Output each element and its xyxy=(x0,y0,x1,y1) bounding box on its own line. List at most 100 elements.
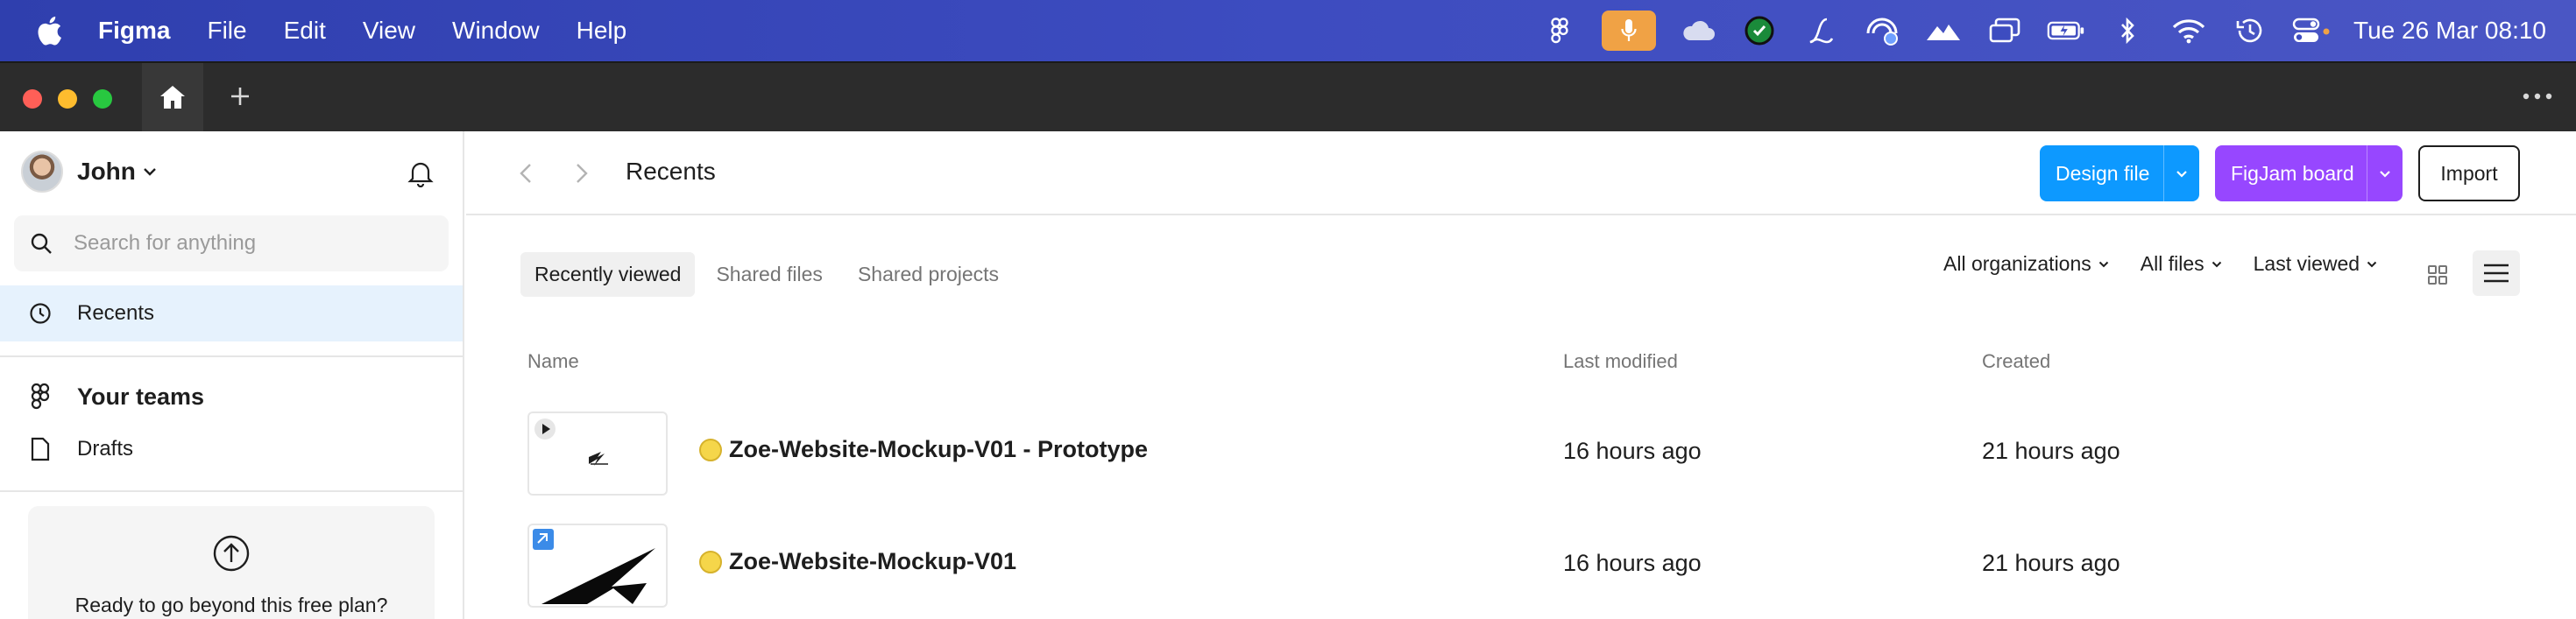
fullscreen-window-button[interactable] xyxy=(93,89,112,109)
menu-bar: Figma File Edit View Window Help Tue 26 … xyxy=(0,0,2576,61)
file-icon xyxy=(28,437,53,461)
list-view-button[interactable] xyxy=(2473,250,2520,296)
file-name[interactable]: Zoe-Website-Mockup-V01 - Prototype xyxy=(729,436,1148,463)
file-thumbnail xyxy=(527,411,668,496)
menu-view[interactable]: View xyxy=(363,17,415,45)
battery-icon[interactable] xyxy=(2047,11,2085,50)
organization-filter[interactable]: All organizations xyxy=(1943,252,2111,276)
search-input[interactable] xyxy=(74,231,424,256)
filter-bar: All organizations All files Last viewed xyxy=(1943,252,2409,276)
close-window-button[interactable] xyxy=(23,89,42,109)
network-monitor-icon[interactable] xyxy=(1863,11,1901,50)
bluetooth-icon[interactable] xyxy=(2108,11,2147,50)
screen-mirror-icon[interactable] xyxy=(1985,11,2024,50)
sidebar-item-label: Drafts xyxy=(77,437,134,461)
page-title: Recents xyxy=(626,158,716,185)
import-button[interactable]: Import xyxy=(2418,145,2520,201)
chevron-down-icon xyxy=(2098,258,2111,271)
column-header-name[interactable]: Name xyxy=(527,350,579,373)
cloud-icon[interactable] xyxy=(1679,11,1717,50)
more-options-button[interactable] xyxy=(2511,79,2564,114)
app-menu-figma[interactable]: Figma xyxy=(98,17,170,45)
back-button[interactable] xyxy=(513,161,538,186)
search-icon xyxy=(30,231,54,256)
status-dot xyxy=(699,438,722,461)
sidebar-item-your-teams[interactable]: Your teams xyxy=(0,373,204,420)
grid-view-button[interactable] xyxy=(2420,257,2455,292)
organization-filter-label: All organizations xyxy=(1943,252,2091,275)
tab-shared-files[interactable]: Shared files xyxy=(702,252,836,297)
created-cell: 21 hours ago xyxy=(1982,438,2120,464)
home-tab[interactable] xyxy=(142,63,203,131)
tab-recently-viewed[interactable]: Recently viewed xyxy=(520,252,696,297)
sort-filter-label: Last viewed xyxy=(2253,252,2360,275)
menu-edit[interactable]: Edit xyxy=(284,17,326,45)
upgrade-card[interactable]: Ready to go beyond this free plan? xyxy=(28,506,435,619)
prototype-thumbnail-icon xyxy=(534,419,608,466)
created-cell: 21 hours ago xyxy=(1982,550,2120,576)
table-row[interactable]: Zoe-Website-Mockup-V01 - Prototype 16 ho… xyxy=(466,411,2576,524)
wifi-icon[interactable] xyxy=(2169,11,2208,50)
design-thumbnail-icon xyxy=(533,529,655,604)
bell-icon xyxy=(407,162,434,187)
status-dot xyxy=(699,550,722,573)
more-icon xyxy=(2523,93,2552,100)
menu-file[interactable]: File xyxy=(207,17,246,45)
design-file-button[interactable]: Design file xyxy=(2040,145,2199,201)
mountain-icon[interactable] xyxy=(1924,11,1963,50)
script-l-icon[interactable] xyxy=(1801,11,1840,50)
apple-logo-icon[interactable] xyxy=(35,15,63,46)
notifications-button[interactable] xyxy=(403,156,438,191)
header: Recents Design file FigJam board Import xyxy=(466,131,2576,215)
account-switcher[interactable]: John xyxy=(21,151,159,193)
plus-icon xyxy=(231,88,249,105)
menu-window[interactable]: Window xyxy=(452,17,540,45)
new-tab-button[interactable] xyxy=(223,79,258,114)
sidebar-item-label: Your teams xyxy=(77,383,205,410)
menubar-clock[interactable]: Tue 26 Mar 08:10 xyxy=(2353,17,2546,45)
sidebar: John Recents Your teams Drafts xyxy=(0,131,464,619)
chevron-left-icon xyxy=(520,164,531,183)
figjam-board-label: FigJam board xyxy=(2231,161,2354,185)
upgrade-text: Ready to go beyond this free plan? xyxy=(74,594,388,616)
minimize-window-button[interactable] xyxy=(58,89,77,109)
chevron-down-icon[interactable] xyxy=(2164,170,2199,178)
sidebar-item-recents[interactable]: Recents xyxy=(0,285,463,341)
search-box[interactable] xyxy=(14,215,449,271)
column-header-created[interactable]: Created xyxy=(1982,350,2050,373)
last-modified-cell: 16 hours ago xyxy=(1563,438,1702,464)
file-thumbnail xyxy=(527,524,668,608)
timer-icon[interactable] xyxy=(1740,11,1779,50)
figma-icon[interactable] xyxy=(1540,11,1579,50)
file-type-filter-label: All files xyxy=(2140,252,2204,275)
last-modified-cell: 16 hours ago xyxy=(1563,550,1702,576)
chevron-down-icon[interactable] xyxy=(2367,170,2403,178)
chevron-down-icon xyxy=(143,164,159,179)
column-header-last-modified[interactable]: Last modified xyxy=(1563,350,1678,373)
chevron-down-icon xyxy=(2367,258,2379,271)
file-name[interactable]: Zoe-Website-Mockup-V01 xyxy=(729,548,1016,575)
file-name-cell: Zoe-Website-Mockup-V01 xyxy=(699,548,1016,575)
figjam-board-button[interactable]: FigJam board xyxy=(2215,145,2403,201)
user-name: John xyxy=(77,158,136,185)
window-tab-bar xyxy=(0,61,2576,131)
sidebar-item-label: Recents xyxy=(77,301,155,325)
sidebar-item-drafts[interactable]: Drafts xyxy=(0,426,133,473)
avatar xyxy=(21,151,63,193)
main-content: Recents Design file FigJam board Import … xyxy=(466,131,2576,619)
sort-filter[interactable]: Last viewed xyxy=(2254,252,2379,276)
design-file-label: Design file xyxy=(2056,161,2150,185)
menu-help[interactable]: Help xyxy=(577,17,627,45)
control-center-icon[interactable] xyxy=(2292,11,2331,50)
tab-shared-projects[interactable]: Shared projects xyxy=(844,252,1013,297)
tab-bar: Recently viewed Shared files Shared proj… xyxy=(520,252,1020,297)
divider xyxy=(0,355,463,357)
file-name-cell: Zoe-Website-Mockup-V01 - Prototype xyxy=(699,436,1148,463)
file-type-filter[interactable]: All files xyxy=(2141,252,2224,276)
forward-button[interactable] xyxy=(570,161,594,186)
clock-icon xyxy=(28,301,53,326)
table-row[interactable]: Zoe-Website-Mockup-V01 16 hours ago 21 h… xyxy=(466,524,2576,619)
time-machine-icon[interactable] xyxy=(2231,11,2269,50)
grid-icon xyxy=(2428,265,2447,285)
microphone-icon[interactable] xyxy=(1602,11,1657,51)
